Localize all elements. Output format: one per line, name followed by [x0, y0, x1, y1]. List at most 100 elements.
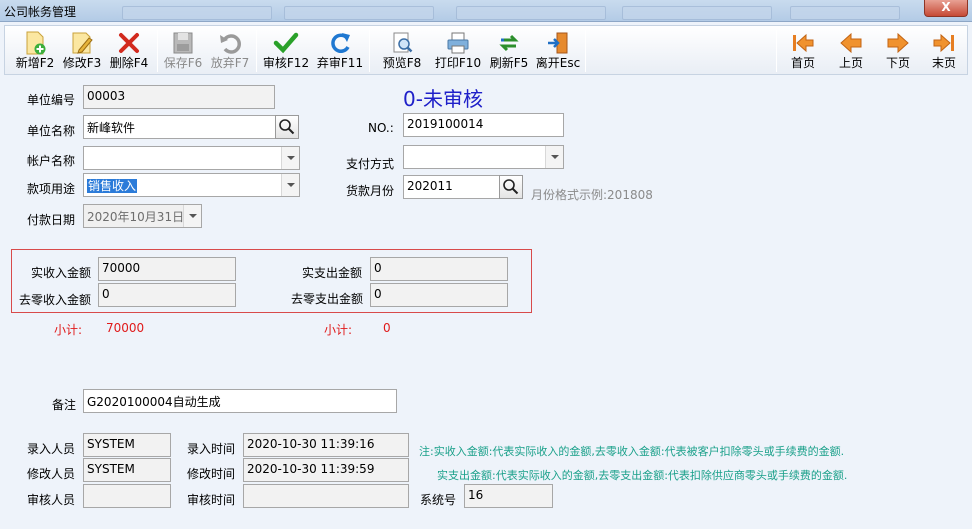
- new-button[interactable]: 新增F2: [13, 28, 57, 74]
- note-line-1: 注:实收入金额:代表实际收入的金额,去零收入金额:代表被客户扣除零头或手续费的金…: [419, 445, 845, 458]
- approval-status: 0-未审核: [403, 87, 483, 111]
- preview-icon: [393, 32, 413, 53]
- edit-button[interactable]: 修改F3: [60, 28, 104, 74]
- unit-name-label: 单位名称: [27, 124, 76, 138]
- magnifier-icon: [279, 119, 295, 135]
- remark-field[interactable]: G2020100004自动生成: [83, 389, 397, 413]
- date-picker[interactable]: 2020年10月31日: [83, 204, 202, 228]
- income-label: 实收入金额: [31, 266, 92, 280]
- background-tab: [790, 6, 900, 20]
- expense-round-label: 去零支出金额: [291, 292, 364, 306]
- first-page-button[interactable]: 首页: [783, 28, 823, 74]
- date-label: 付款日期: [27, 213, 76, 227]
- approve-user-label: 审核人员: [27, 493, 76, 507]
- modify-user-field[interactable]: SYSTEM: [83, 458, 171, 482]
- chevron-down-icon[interactable]: [183, 205, 201, 227]
- background-tab: [456, 6, 606, 20]
- account-select[interactable]: [83, 146, 300, 170]
- no-field[interactable]: 2019100014: [403, 113, 564, 137]
- payment-select[interactable]: [403, 145, 564, 169]
- refresh-button[interactable]: 刷新F5: [487, 28, 531, 74]
- chevron-down-icon[interactable]: [281, 147, 299, 169]
- income-subtotal-value: 70000: [106, 321, 145, 335]
- month-lookup-button[interactable]: [499, 175, 523, 199]
- toolbar: 新增F2 修改F3 删除F4 保存F6 放弃F7 审核F12 弃审F11 预览F…: [4, 25, 968, 75]
- unit-no-label: 单位编号: [27, 93, 76, 107]
- window-title: 公司帐务管理: [4, 5, 77, 19]
- background-tab: [284, 6, 434, 20]
- modify-time-label: 修改时间: [187, 467, 236, 481]
- modify-time-field[interactable]: 2020-10-30 11:39:59: [243, 458, 409, 482]
- chevron-down-icon[interactable]: [545, 146, 563, 168]
- sys-no-label: 系统号: [420, 493, 457, 507]
- expense-field[interactable]: 0: [370, 257, 508, 281]
- approve-time-field[interactable]: [243, 484, 409, 508]
- last-page-button[interactable]: 末页: [924, 28, 964, 74]
- close-icon: X: [941, 0, 951, 14]
- title-bar: 公司帐务管理 X: [0, 0, 972, 22]
- reset-icon: [331, 33, 350, 53]
- next-page-button[interactable]: 下页: [878, 28, 918, 74]
- sys-no-field[interactable]: 16: [464, 484, 553, 508]
- background-tab: [622, 6, 772, 20]
- discard-button[interactable]: 放弃F7: [208, 28, 252, 74]
- print-button[interactable]: 打印F10: [433, 28, 483, 74]
- approve-user-field[interactable]: [83, 484, 171, 508]
- undo-icon: [220, 34, 241, 54]
- last-page-icon: [933, 33, 954, 53]
- printer-icon: [447, 32, 469, 54]
- approve-button[interactable]: 审核F12: [261, 28, 311, 74]
- unit-name-field[interactable]: 新峰软件: [83, 115, 276, 139]
- exit-button[interactable]: 离开Esc: [533, 28, 583, 74]
- close-button[interactable]: X: [924, 0, 968, 17]
- month-label: 货款月份: [346, 184, 395, 198]
- save-icon: [173, 32, 193, 54]
- modify-user-label: 修改人员: [27, 467, 76, 481]
- unapprove-button[interactable]: 弃审F11: [315, 28, 365, 74]
- expense-subtotal-value: 0: [383, 321, 391, 335]
- refresh-icon: [499, 34, 519, 52]
- delete-button[interactable]: 删除F4: [107, 28, 151, 74]
- purpose-label: 款项用途: [27, 182, 76, 196]
- checkmark-icon: [273, 32, 299, 54]
- income-round-label: 去零收入金额: [19, 293, 92, 307]
- entry-user-field[interactable]: SYSTEM: [83, 433, 171, 457]
- payment-label: 支付方式: [346, 157, 395, 171]
- unit-name-lookup-button[interactable]: [275, 115, 299, 139]
- month-format-hint: 月份格式示例:201808: [531, 188, 653, 202]
- background-tab: [122, 6, 272, 20]
- preview-button[interactable]: 预览F8: [373, 28, 431, 74]
- toolbar-separator: [369, 30, 370, 72]
- left-arrow-icon: [840, 32, 862, 54]
- unit-no-field[interactable]: 00003: [83, 85, 275, 109]
- purpose-select[interactable]: 销售收入: [83, 173, 300, 197]
- no-label: NO.:: [368, 121, 394, 135]
- expense-label: 实支出金额: [302, 266, 363, 280]
- income-field[interactable]: 70000: [98, 257, 236, 281]
- right-arrow-icon: [887, 32, 909, 54]
- toolbar-separator: [585, 30, 586, 72]
- toolbar-separator: [256, 30, 257, 72]
- toolbar-separator: [157, 30, 158, 72]
- note-line-2: 实支出金额:代表实际收入的金额,去零支出金额:代表扣除供应商零头或手续费的金额.: [437, 469, 848, 482]
- income-subtotal-label: 小计:: [54, 323, 83, 337]
- entry-user-label: 录入人员: [27, 442, 76, 456]
- expense-subtotal-label: 小计:: [324, 323, 353, 337]
- chevron-down-icon[interactable]: [281, 174, 299, 196]
- edit-icon: [72, 32, 93, 54]
- month-field[interactable]: 202011: [403, 175, 500, 199]
- prev-page-button[interactable]: 上页: [831, 28, 871, 74]
- entry-time-label: 录入时间: [187, 442, 236, 456]
- exit-door-icon: [548, 32, 568, 54]
- entry-time-field[interactable]: 2020-10-30 11:39:16: [243, 433, 409, 457]
- account-label: 帐户名称: [27, 154, 76, 168]
- toolbar-separator: [776, 30, 777, 72]
- income-round-field[interactable]: 0: [98, 283, 236, 307]
- approve-time-label: 审核时间: [187, 493, 236, 507]
- first-page-icon: [793, 33, 814, 53]
- remark-label: 备注: [52, 398, 77, 412]
- expense-round-field[interactable]: 0: [370, 283, 508, 307]
- delete-icon: [119, 33, 139, 53]
- new-document-icon: [26, 31, 46, 55]
- save-button[interactable]: 保存F6: [161, 28, 205, 74]
